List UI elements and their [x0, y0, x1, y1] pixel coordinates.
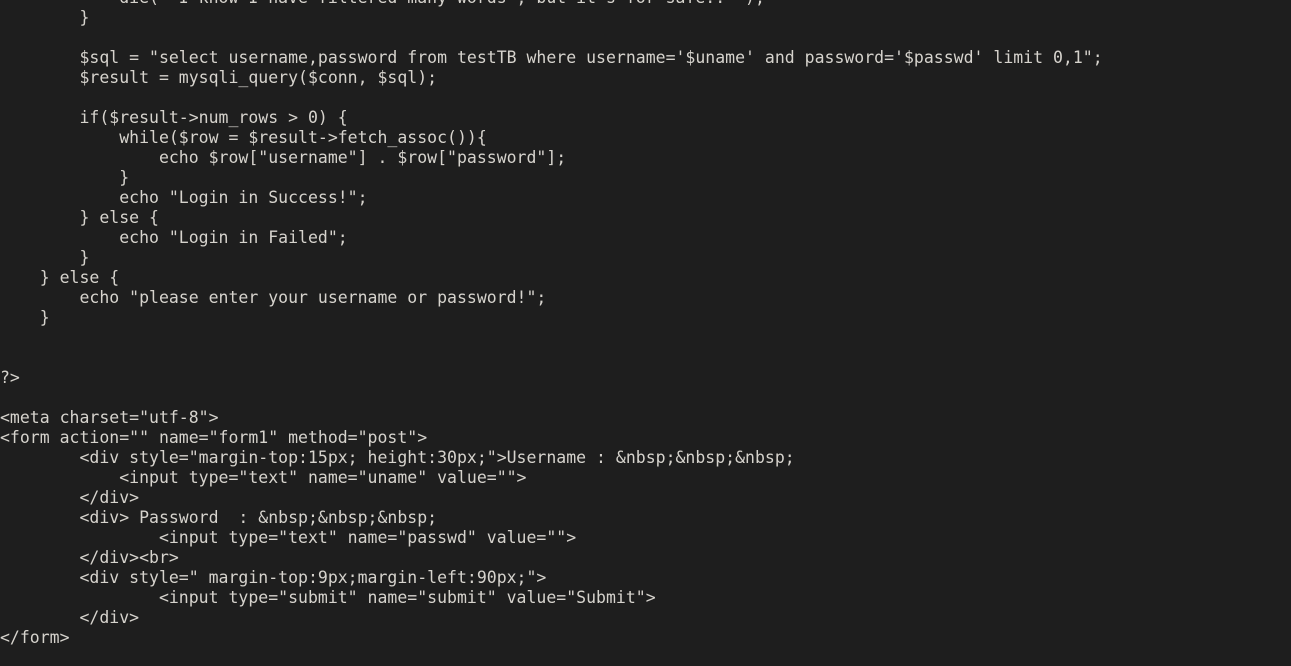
code-line: while($row = $result->fetch_assoc()){ — [0, 128, 487, 147]
code-line: </div><br> — [0, 548, 179, 567]
code-line: } else { — [0, 268, 120, 287]
code-line: if($result->num_rows > 0) { — [0, 108, 348, 127]
code-line: </div> — [0, 608, 140, 627]
code-editor-viewport[interactable]: die( "I know I have filtered many words"… — [0, 0, 1291, 666]
code-line: } — [0, 248, 90, 267]
code-line: echo "Login in Success!"; — [0, 188, 368, 207]
code-line: echo $row["username"] . $row["password"]… — [0, 148, 567, 167]
code-line: die( "I know I have filtered many words"… — [0, 0, 1291, 8]
code-line: } — [0, 168, 130, 187]
code-line: <input type="text" name="passwd" value="… — [0, 528, 577, 547]
code-line: echo "please enter your username or pass… — [0, 288, 547, 307]
code-line: <div style="margin-top:15px; height:30px… — [0, 448, 795, 467]
code-text-container[interactable]: die( "I know I have filtered many words"… — [0, 0, 1291, 648]
code-line: } — [0, 308, 50, 327]
code-line: <meta charset="utf-8"> — [0, 408, 219, 427]
code-line: } — [0, 8, 90, 27]
code-line: } else { — [0, 208, 159, 227]
code-line: <div> Password : &nbsp;&nbsp;&nbsp; — [0, 508, 438, 527]
code-line: <div style=" margin-top:9px;margin-left:… — [0, 568, 547, 587]
code-line: </div> — [0, 488, 140, 507]
code-line: <input type="text" name="uname" value=""… — [0, 468, 527, 487]
code-line: ?> — [0, 368, 20, 387]
code-line: </form> — [0, 628, 70, 647]
code-line: <form action="" name="form1" method="pos… — [0, 428, 428, 447]
code-line: $sql = "select username,password from te… — [0, 48, 1103, 67]
code-line: echo "Login in Failed"; — [0, 228, 348, 247]
code-line: <input type="submit" name="submit" value… — [0, 588, 656, 607]
code-line: $result = mysqli_query($conn, $sql); — [0, 68, 438, 87]
